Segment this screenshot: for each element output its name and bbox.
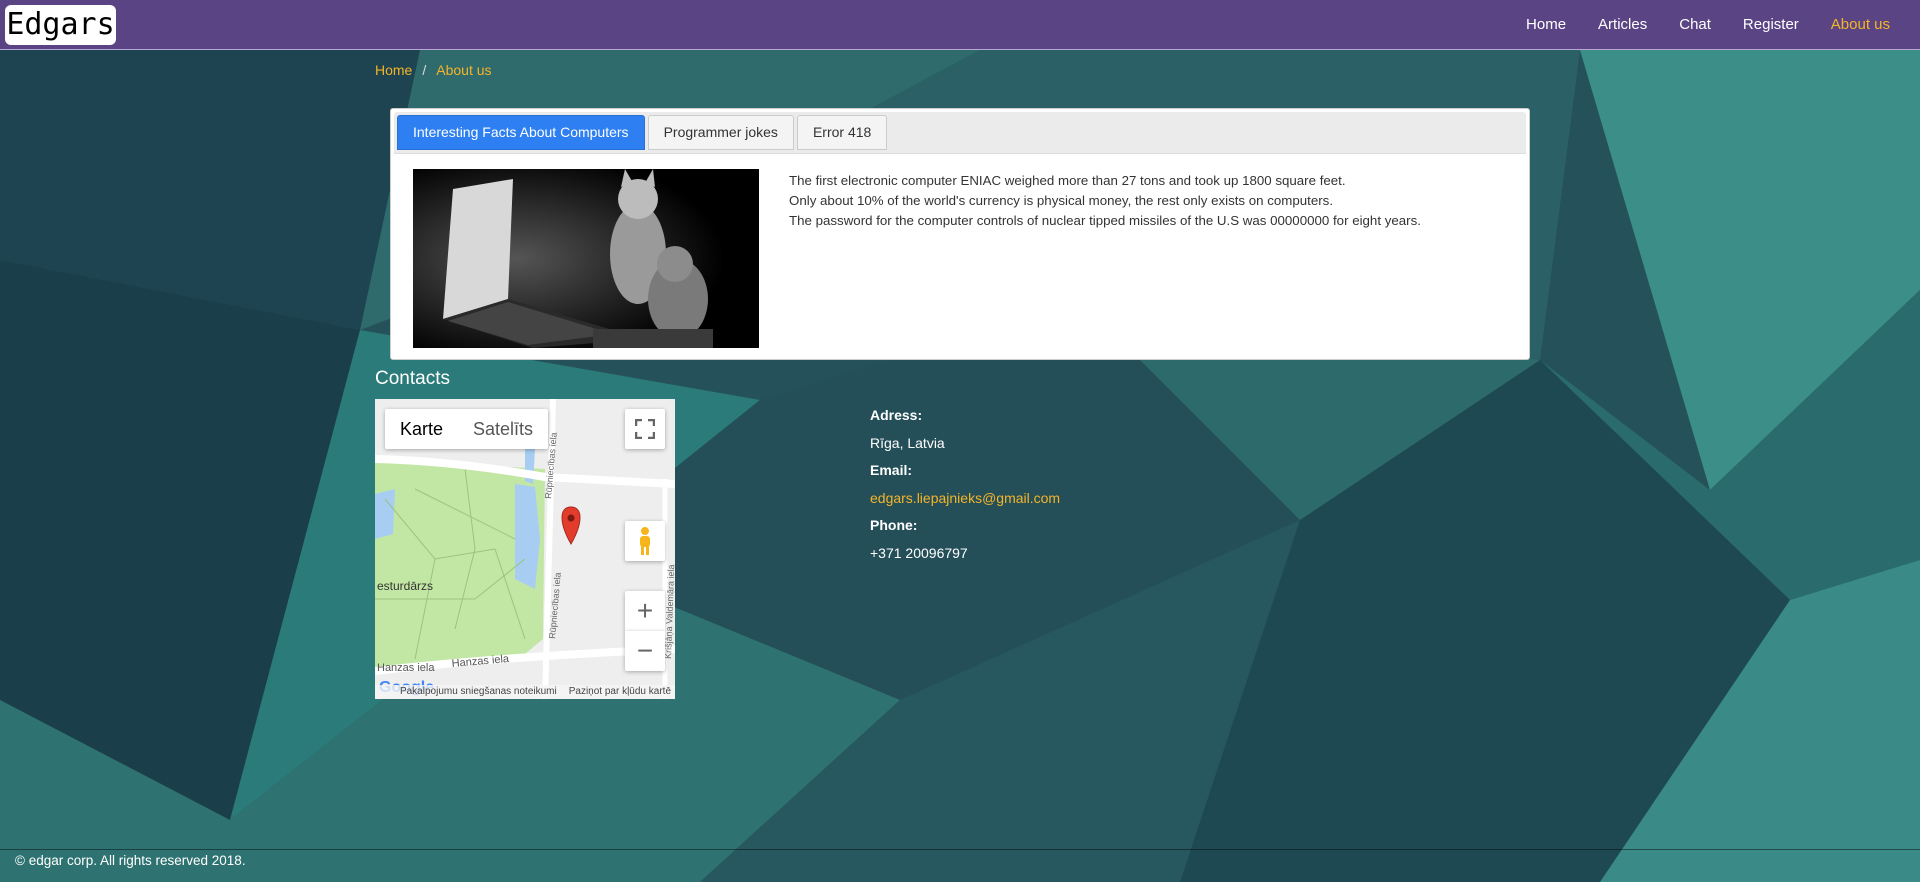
map-street-label: Hanzas iela bbox=[377, 662, 435, 674]
tab-facts[interactable]: Interesting Facts About Computers bbox=[397, 115, 645, 150]
fact-line: The password for the computer controls o… bbox=[789, 213, 1421, 228]
map-attribution: Pakalpojumu sniegšanas noteikumi Paziņot… bbox=[375, 685, 675, 699]
footer-copyright: © edgar corp. All rights reserved 2018. bbox=[15, 853, 246, 868]
brand-logo[interactable]: Edgars bbox=[5, 5, 116, 45]
fact-line: Only about 10% of the world's currency i… bbox=[789, 193, 1334, 208]
google-map[interactable]: Rūpniecības iela Rūpniecības iela Hanzas… bbox=[375, 399, 675, 699]
nav-home[interactable]: Home bbox=[1510, 0, 1582, 50]
map-type-map-button[interactable]: Karte bbox=[385, 409, 458, 449]
tab-bar: Interesting Facts About Computers Progra… bbox=[394, 112, 1526, 154]
zoom-out-button[interactable]: − bbox=[625, 631, 665, 671]
tab-error[interactable]: Error 418 bbox=[796, 115, 888, 150]
tab-jokes[interactable]: Programmer jokes bbox=[647, 115, 794, 150]
fact-line: The first electronic computer ENIAC weig… bbox=[789, 173, 1346, 188]
map-terms-link[interactable]: Pakalpojumu sniegšanas noteikumi bbox=[400, 685, 557, 699]
map-type-control: Karte Satelīts bbox=[385, 409, 549, 449]
phone-label: Phone: bbox=[870, 517, 918, 533]
contacts-heading: Contacts bbox=[375, 368, 450, 389]
zoom-in-button[interactable]: + bbox=[625, 591, 665, 631]
fullscreen-button[interactable] bbox=[625, 409, 665, 449]
phone-value: +371 20096797 bbox=[870, 544, 968, 561]
nav-articles[interactable]: Articles bbox=[1582, 0, 1663, 50]
fullscreen-icon bbox=[635, 419, 655, 439]
contact-info: Adress: Rīga, Latvia Email: edgars.liepa… bbox=[870, 405, 1060, 570]
address-label: Adress: bbox=[870, 407, 923, 423]
email-label: Email: bbox=[870, 462, 913, 478]
map-type-satellite-button[interactable]: Satelīts bbox=[458, 409, 548, 449]
pegman-icon bbox=[635, 526, 655, 556]
street-view-pegman-button[interactable] bbox=[625, 521, 665, 561]
main-nav: Home Articles Chat Register About us bbox=[1510, 0, 1920, 50]
email-link[interactable]: edgars.liepajnieks@gmail.com bbox=[870, 490, 1060, 506]
facts-text: The first electronic computer ENIAC weig… bbox=[789, 171, 1421, 231]
address-value: Rīga, Latvia bbox=[870, 434, 945, 451]
breadcrumb: Home / About us bbox=[375, 60, 492, 80]
breadcrumb-current[interactable]: About us bbox=[436, 62, 491, 78]
nav-about[interactable]: About us bbox=[1815, 0, 1920, 50]
cats-laptop-image bbox=[413, 169, 759, 348]
map-park-label: esturdārzs bbox=[377, 579, 433, 593]
footer-divider bbox=[0, 849, 1920, 850]
map-report-link[interactable]: Paziņot par kļūdu kartē bbox=[569, 685, 671, 699]
nav-register[interactable]: Register bbox=[1727, 0, 1815, 50]
breadcrumb-separator: / bbox=[422, 62, 427, 78]
tab-content: The first electronic computer ENIAC weig… bbox=[391, 157, 1529, 357]
nav-chat[interactable]: Chat bbox=[1663, 0, 1727, 50]
tab-panel: Interesting Facts About Computers Progra… bbox=[390, 108, 1530, 360]
breadcrumb-home[interactable]: Home bbox=[375, 62, 412, 78]
navbar: Edgars Home Articles Chat Register About… bbox=[0, 0, 1920, 50]
